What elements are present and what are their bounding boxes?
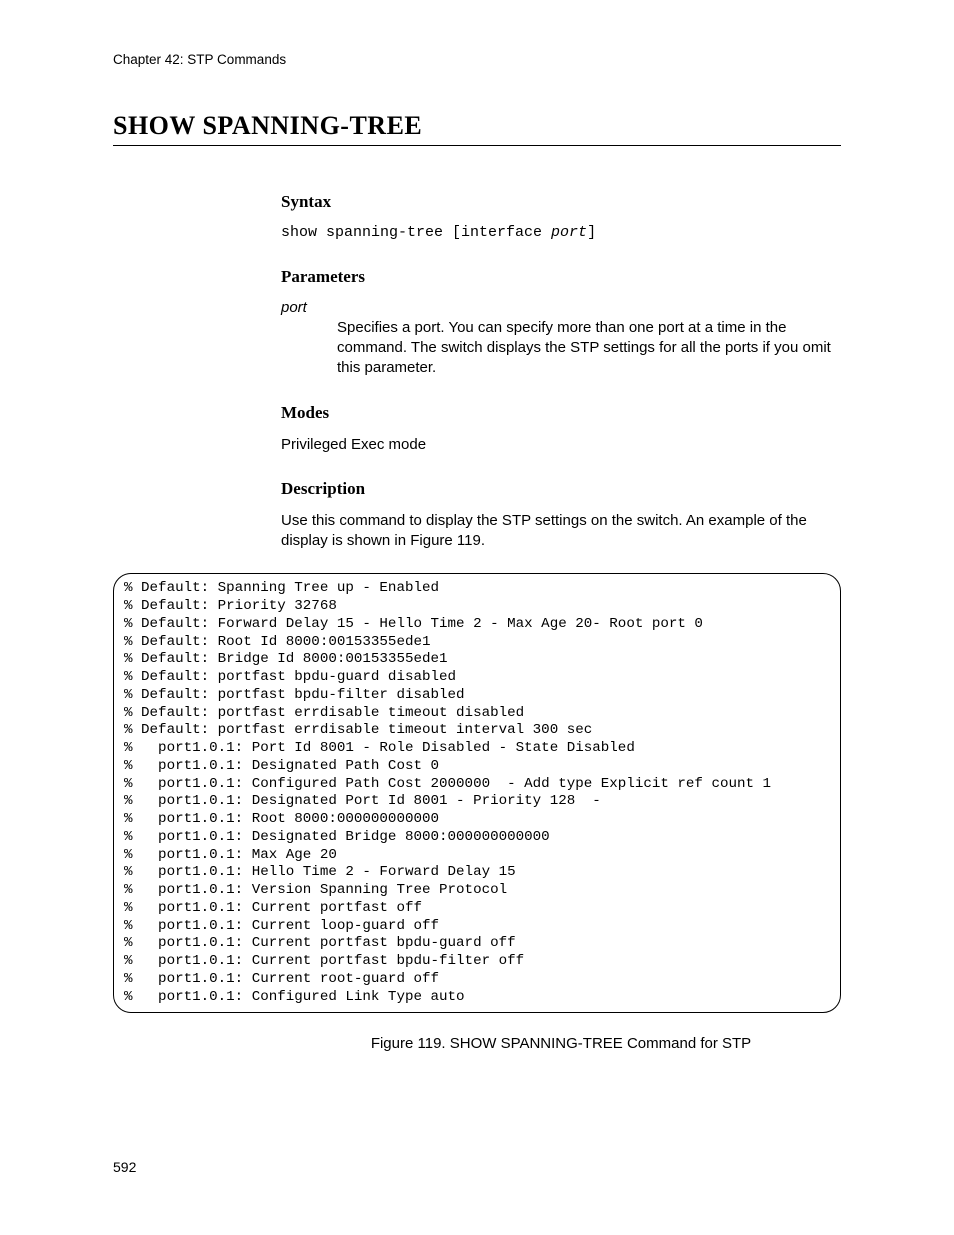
description-heading: Description [281,479,841,499]
syntax-code: show spanning-tree [interface port] [281,224,841,243]
syntax-code-suffix: ] [587,224,596,241]
code-example-wrapper: % Default: Spanning Tree up - Enabled % … [113,573,841,1013]
parameters-heading: Parameters [281,267,841,287]
syntax-heading: Syntax [281,192,841,212]
parameter-term: port [281,299,841,316]
syntax-code-prefix: show spanning-tree [interface [281,224,551,241]
modes-heading: Modes [281,403,841,423]
description-text: Use this command to display the STP sett… [281,511,841,552]
code-example-output: % Default: Spanning Tree up - Enabled % … [113,573,841,1013]
parameter-description: Specifies a port. You can specify more t… [337,318,841,379]
page-title: SHOW SPANNING-TREE [113,111,841,146]
page-container: Chapter 42: STP Commands SHOW SPANNING-T… [0,0,954,1235]
page-number: 592 [113,1159,136,1175]
content-column: Syntax show spanning-tree [interface por… [281,192,841,551]
modes-text: Privileged Exec mode [281,435,841,455]
chapter-header: Chapter 42: STP Commands [113,52,841,67]
syntax-code-param: port [551,224,587,241]
figure-caption: Figure 119. SHOW SPANNING-TREE Command f… [281,1035,841,1052]
